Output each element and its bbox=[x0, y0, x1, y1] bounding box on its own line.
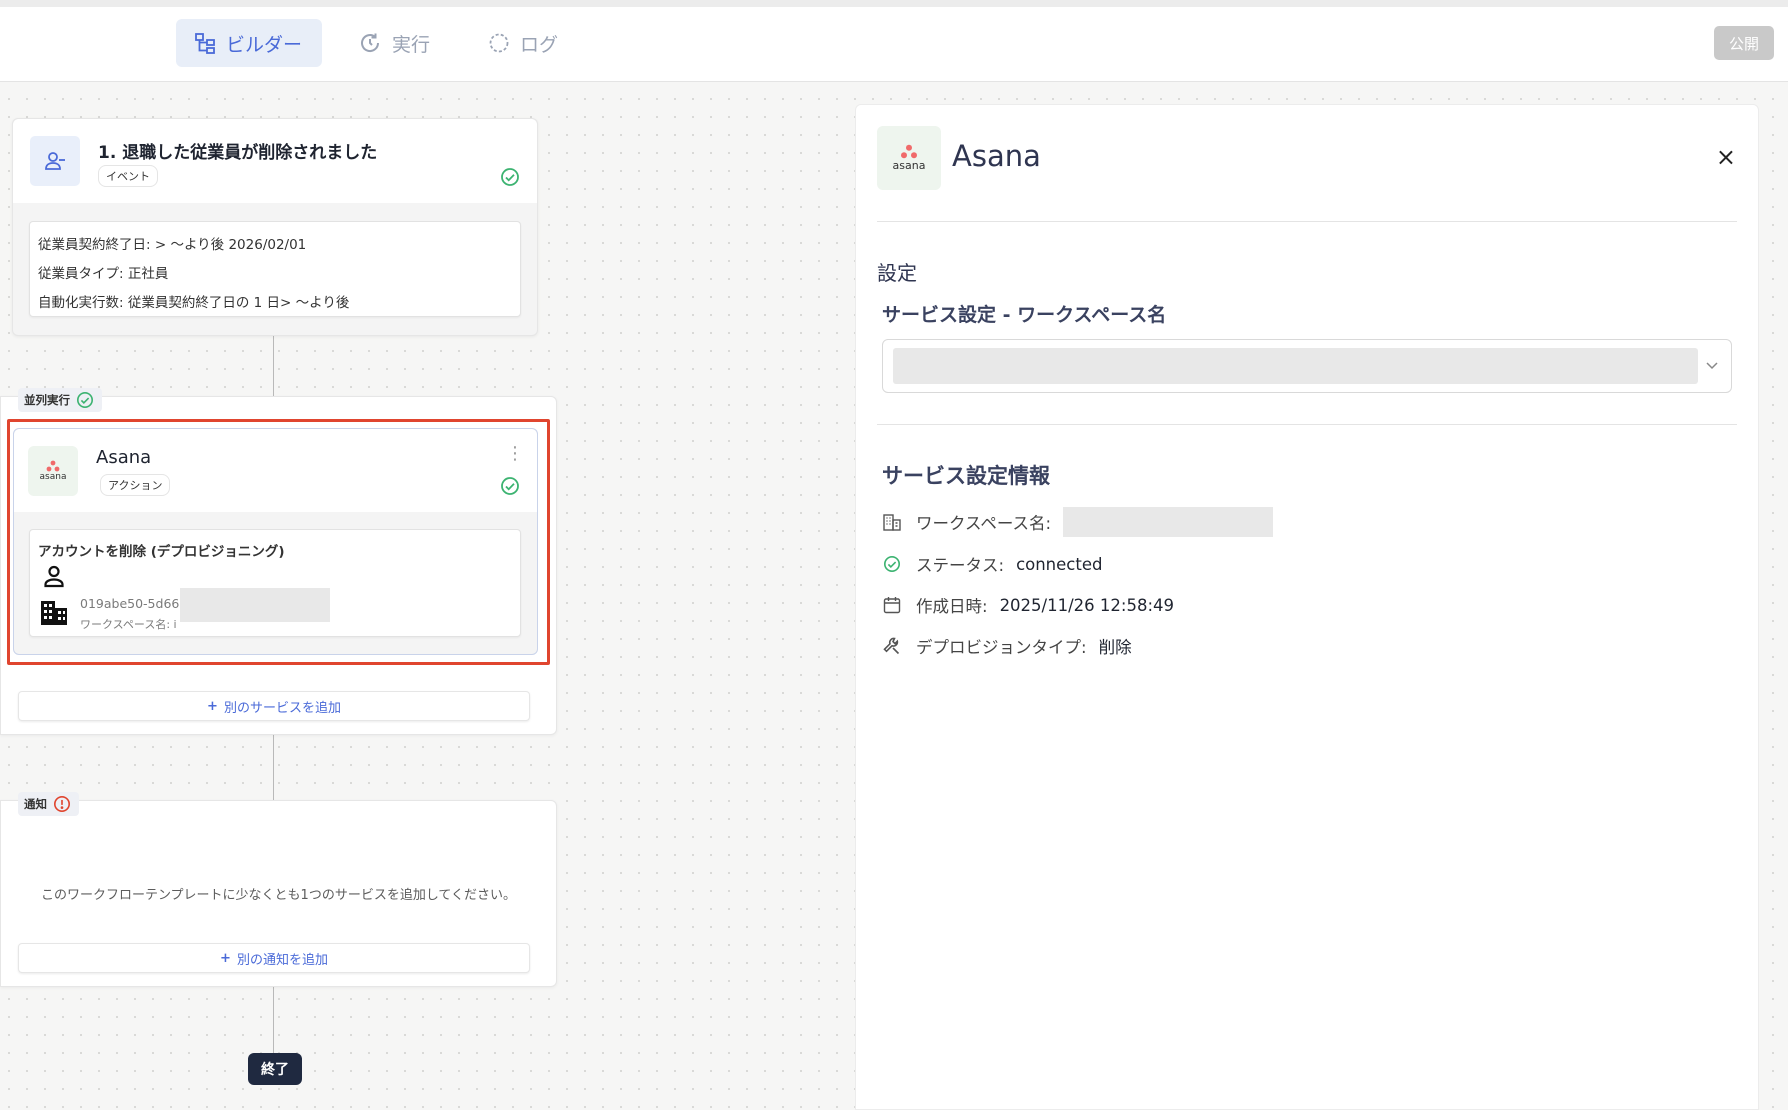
check-circle-icon bbox=[501, 168, 519, 186]
asana-dots-icon bbox=[901, 144, 917, 159]
settings-heading: 設定 bbox=[877, 261, 917, 285]
info-label: 作成日時: bbox=[916, 597, 988, 616]
tab-log[interactable]: ログ bbox=[470, 19, 576, 67]
parallel-group-label: 並列実行 bbox=[18, 388, 102, 412]
info-row-created: 作成日時: 2025/11/26 12:58:49 bbox=[882, 590, 1174, 620]
event-chip: イベント bbox=[98, 165, 158, 187]
plus-icon: + bbox=[220, 950, 231, 966]
user-minus-icon bbox=[30, 136, 80, 186]
condition-line: 従業員契約終了日: > 〜より後 2026/02/01 bbox=[38, 237, 307, 253]
add-service-label: 別のサービスを追加 bbox=[223, 700, 341, 716]
tab-run[interactable]: 実行 bbox=[340, 19, 448, 67]
divider bbox=[877, 424, 1737, 425]
add-notification-label: 別の通知を追加 bbox=[236, 952, 328, 968]
workspace-select[interactable] bbox=[882, 339, 1732, 393]
service-settings-panel: asana Asana × 設定 サービス設定 - ワークスペース名 サービス設… bbox=[855, 104, 1759, 1110]
deprovision-value: 削除 bbox=[1098, 638, 1132, 657]
notify-label-text: 通知 bbox=[24, 797, 47, 811]
connector-line bbox=[273, 336, 274, 396]
chevron-down-icon bbox=[1706, 362, 1718, 370]
info-row-workspace: ワークスペース名: bbox=[882, 507, 1274, 537]
event-conditions: 従業員契約終了日: > 〜より後 2026/02/01 従業員タイプ: 正社員 … bbox=[29, 221, 521, 317]
tab-builder-label: ビルダー bbox=[226, 33, 303, 56]
publish-button[interactable]: 公開 bbox=[1714, 26, 1774, 60]
parallel-label-text: 並列実行 bbox=[24, 393, 70, 407]
created-value: 2025/11/26 12:58:49 bbox=[999, 595, 1175, 615]
asana-logo-text: asana bbox=[892, 159, 926, 172]
add-notification-button[interactable]: + 別の通知を追加 bbox=[18, 943, 530, 973]
alert-circle-icon bbox=[53, 795, 71, 813]
event-node-header: 1. 退職した従業員が削除されました イベント bbox=[13, 119, 537, 203]
clock-dashed-icon bbox=[489, 33, 509, 53]
top-bar: ビルダー 実行 ログ 公開 bbox=[0, 0, 1788, 82]
info-label: ワークスペース名: bbox=[916, 514, 1052, 533]
info-label: デプロビジョンタイプ: bbox=[916, 638, 1087, 657]
divider bbox=[877, 221, 1737, 222]
condition-line: 従業員タイプ: 正社員 bbox=[38, 266, 169, 282]
selection-highlight bbox=[7, 419, 550, 665]
refresh-icon bbox=[361, 33, 380, 52]
workspace-field-label: サービス設定 - ワークスペース名 bbox=[882, 304, 1167, 326]
info-row-deprovision: デプロビジョンタイプ: 削除 bbox=[882, 631, 1132, 661]
status-value: connected bbox=[1016, 554, 1103, 574]
tab-log-label: ログ bbox=[520, 33, 559, 56]
tab-builder[interactable]: ビルダー bbox=[176, 19, 322, 67]
check-circle-icon bbox=[76, 391, 94, 409]
service-info-heading: サービス設定情報 bbox=[882, 464, 1050, 488]
event-title: 1. 退職した従業員が削除されました bbox=[98, 143, 378, 163]
calendar-icon bbox=[882, 596, 902, 614]
redacted-block bbox=[1063, 507, 1274, 537]
check-circle-icon bbox=[882, 555, 902, 573]
connector-line bbox=[273, 987, 274, 1053]
builder-icon bbox=[195, 33, 215, 54]
building-icon bbox=[882, 513, 902, 531]
asana-logo: asana bbox=[877, 126, 941, 190]
notify-empty-message: このワークフローテンプレートに少なくとも1つのサービスを追加してください。 bbox=[40, 888, 517, 903]
add-service-button[interactable]: + 別のサービスを追加 bbox=[18, 691, 530, 721]
select-value-redacted bbox=[893, 348, 1698, 384]
panel-title: Asana bbox=[952, 139, 1041, 173]
notify-group-label: 通知 bbox=[18, 792, 79, 816]
tab-run-label: 実行 bbox=[392, 33, 431, 56]
end-node: 終了 bbox=[248, 1053, 302, 1085]
info-row-status: ステータス: connected bbox=[882, 549, 1102, 579]
close-icon[interactable]: × bbox=[1716, 145, 1736, 169]
plus-icon: + bbox=[207, 698, 218, 714]
condition-line: 自動化実行数: 従業員契約終了日の 1 日> 〜より後 bbox=[38, 295, 350, 311]
connector-line bbox=[273, 735, 274, 800]
event-node-card[interactable]: 1. 退職した従業員が削除されました イベント 従業員契約終了日: > 〜より後… bbox=[12, 118, 538, 336]
info-label: ステータス: bbox=[916, 556, 1005, 575]
wrench-icon bbox=[882, 636, 902, 656]
